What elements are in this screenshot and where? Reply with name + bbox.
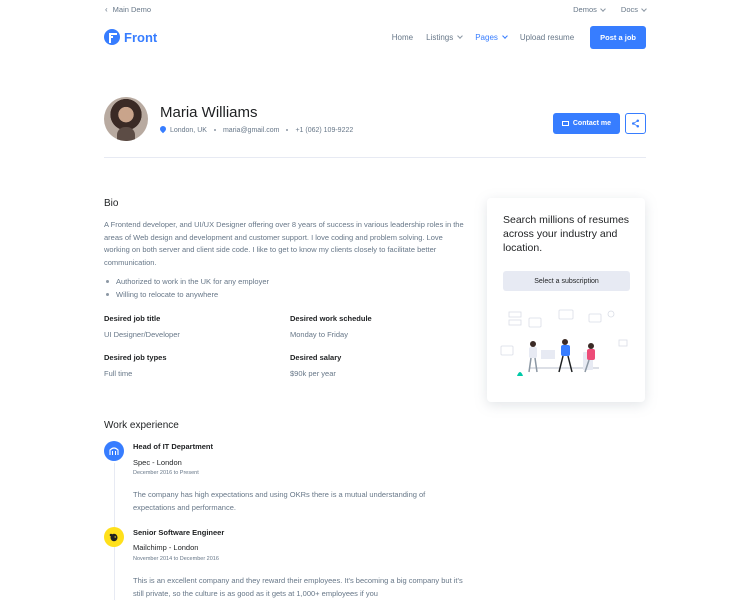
list-item: Authorized to work in the UK for any emp… bbox=[104, 277, 269, 290]
desired-schedule-value: Monday to Friday bbox=[290, 330, 348, 339]
nav-upload-resume-label: Upload resume bbox=[519, 32, 575, 42]
subscription-card: Search millions of resumes across your i… bbox=[487, 198, 645, 402]
desired-job-types-label: Desired job types bbox=[104, 353, 167, 362]
location-item: London, UK bbox=[158, 124, 207, 134]
spec-company-icon bbox=[104, 441, 124, 461]
avatar bbox=[104, 97, 148, 141]
nav-upload-resume[interactable]: Upload resume bbox=[520, 33, 574, 42]
header-divider bbox=[104, 157, 646, 158]
top-right-menu: Demos Docs bbox=[573, 5, 647, 14]
profile-meta: London, UK maria@gmail.com +1 (062) 109-… bbox=[158, 124, 353, 134]
location-text: London, UK bbox=[169, 127, 207, 134]
job-company: Spec - London bbox=[133, 458, 182, 467]
job-dates: November 2014 to December 2016 bbox=[133, 556, 219, 562]
profile-name: Maria Williams bbox=[160, 104, 258, 121]
job-dates: December 2016 to Present bbox=[133, 470, 199, 476]
brand-logo[interactable]: Front bbox=[104, 29, 157, 45]
desired-job-types-value: Full time bbox=[104, 369, 133, 378]
building-icon bbox=[109, 447, 119, 455]
demos-dropdown[interactable]: Demos bbox=[573, 5, 606, 14]
chevron-down-icon bbox=[502, 33, 508, 39]
share-button[interactable] bbox=[625, 113, 646, 134]
envelope-icon bbox=[561, 121, 569, 126]
main-navbar: Front Home Listings Pages Upload resume … bbox=[104, 25, 646, 49]
nav-listings[interactable]: Listings bbox=[426, 32, 464, 42]
map-pin-icon bbox=[158, 124, 168, 134]
nav-listings-label: Listings bbox=[426, 32, 454, 42]
phone-text[interactable]: +1 (062) 109-9222 bbox=[295, 127, 353, 134]
nav-pages[interactable]: Pages bbox=[475, 32, 508, 42]
desired-job-title-label: Desired job title bbox=[104, 314, 161, 323]
front-logo-icon bbox=[104, 29, 120, 45]
list-item: Willing to relocate to anywhere bbox=[104, 290, 269, 303]
chevron-left-icon: ‹ bbox=[105, 5, 108, 14]
chevron-down-icon bbox=[457, 33, 464, 39]
docs-label: Docs bbox=[620, 5, 638, 14]
contact-me-label: Contact me bbox=[572, 120, 611, 127]
chevron-down-icon bbox=[641, 5, 647, 12]
separator-dot bbox=[286, 129, 289, 131]
bio-heading: Bio bbox=[104, 198, 119, 209]
demos-label: Demos bbox=[573, 5, 597, 14]
desired-salary-value: $90k per year bbox=[290, 369, 336, 378]
back-to-main-demo-link[interactable]: ‹ Main Demo bbox=[105, 5, 151, 14]
bio-text: A Frontend developer, and UI/UX Designer… bbox=[104, 220, 464, 267]
nav-pages-label: Pages bbox=[475, 32, 498, 42]
bio-bullets: Authorized to work in the UK for any emp… bbox=[104, 277, 269, 303]
desired-job-title-value: UI Designer/Developer bbox=[104, 330, 180, 339]
share-icon bbox=[631, 119, 640, 128]
contact-me-button[interactable]: Contact me bbox=[552, 113, 620, 134]
back-link-label: Main Demo bbox=[112, 5, 152, 14]
card-title: Search millions of resumes across your i… bbox=[503, 214, 630, 254]
chevron-down-icon bbox=[600, 5, 606, 12]
job-company: Mailchimp - London bbox=[133, 543, 199, 552]
job-description: This is an excellent company and they re… bbox=[133, 576, 463, 598]
team-meeting-illustration bbox=[500, 309, 628, 376]
docs-dropdown[interactable]: Docs bbox=[620, 5, 647, 14]
profile-header: Maria Williams London, UK maria@gmail.co… bbox=[104, 97, 646, 142]
job-description: The company has high expectations and us… bbox=[133, 490, 426, 512]
job-title: Head of IT Department bbox=[133, 442, 214, 451]
work-experience-heading: Work experience bbox=[104, 420, 179, 431]
mailchimp-logo-icon bbox=[109, 533, 118, 542]
email-text[interactable]: maria@gmail.com bbox=[223, 127, 280, 134]
nav-home[interactable]: Home bbox=[392, 33, 413, 42]
separator-dot bbox=[213, 129, 216, 131]
desired-schedule-label: Desired work schedule bbox=[290, 314, 372, 323]
top-bar: ‹ Main Demo Demos Docs bbox=[0, 0, 750, 20]
select-subscription-button[interactable]: Select a subscription bbox=[503, 271, 630, 291]
desired-salary-label: Desired salary bbox=[290, 353, 342, 362]
mailchimp-company-icon bbox=[104, 527, 124, 547]
job-title: Senior Software Engineer bbox=[133, 528, 225, 537]
brand-name: Front bbox=[124, 29, 158, 45]
post-a-job-button[interactable]: Post a job bbox=[590, 25, 646, 49]
nav-home-label: Home bbox=[391, 32, 414, 42]
nav-links: Home Listings Pages Upload resume Post a… bbox=[392, 25, 646, 49]
